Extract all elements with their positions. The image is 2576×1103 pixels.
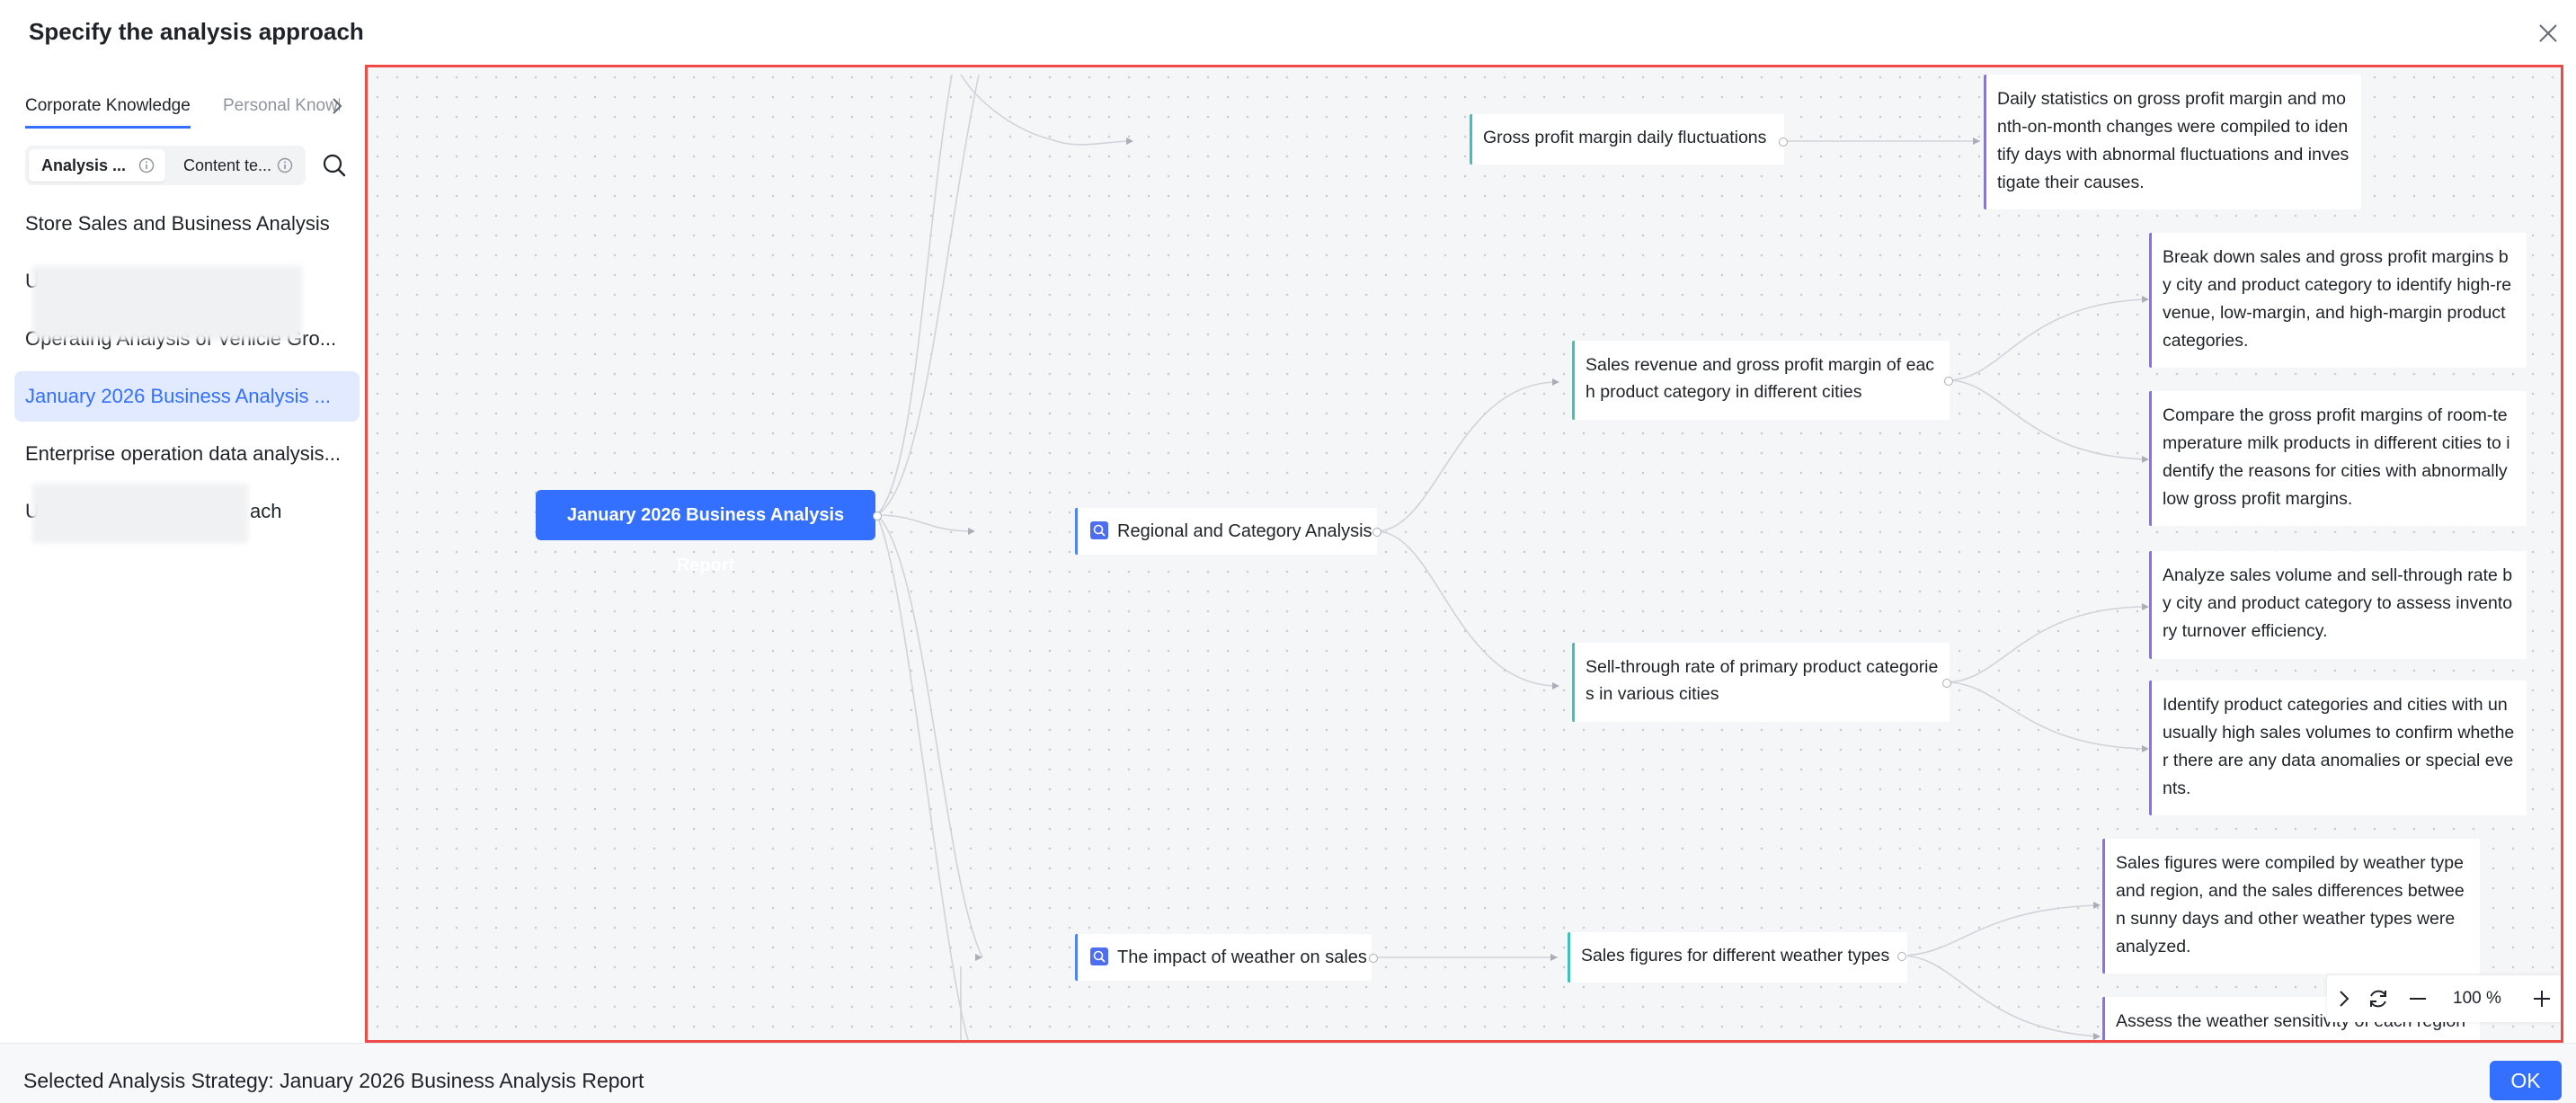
dialog-title: Specify the analysis approach: [29, 18, 364, 45]
zoom-out-icon[interactable]: [2406, 987, 2429, 1010]
redaction-blur: [32, 484, 248, 543]
node-port: [1369, 954, 1378, 963]
mindmap-leaf-weather-sales-compiled[interactable]: Sales figures were compiled by weather t…: [2102, 839, 2480, 974]
node-port: [1942, 679, 1951, 688]
list-item-label-end: ach: [250, 500, 282, 522]
mindmap-node-weather-impact[interactable]: The impact of weather on sales: [1075, 934, 1372, 981]
mindmap-node-regional-category[interactable]: Regional and Category Analysis: [1075, 508, 1377, 555]
zoom-level: 100 %: [2453, 989, 2501, 1008]
tab-corporate-knowledge[interactable]: Corporate Knowledge: [25, 90, 191, 129]
mindmap-node-sales-revenue-gross-profit[interactable]: Sales revenue and gross profit margin of…: [1572, 341, 1950, 420]
segment-content-template[interactable]: Content te...: [171, 149, 302, 182]
segment-analysis-label: Analysis ...: [41, 156, 127, 174]
node-port: [873, 511, 882, 520]
ok-button[interactable]: OK: [2490, 1061, 2562, 1100]
mindmap-node-weather-sales-figures[interactable]: Sales figures for different weather type…: [1568, 932, 1907, 983]
knowledge-tabs: Corporate Knowledge Personal Knowledge: [25, 90, 349, 129]
chevron-right-icon[interactable]: [329, 93, 345, 119]
mindmap-node-sell-through-rate[interactable]: Sell-through rate of primary product cat…: [1572, 643, 1950, 722]
info-icon[interactable]: [277, 157, 293, 173]
search-icon[interactable]: [320, 151, 349, 180]
selected-strategy-text: Selected Analysis Strategy: January 2026…: [23, 1069, 644, 1092]
chevron-right-icon[interactable]: [2332, 987, 2356, 1010]
info-icon[interactable]: [138, 157, 155, 173]
type-segmented-control: Analysis ... Content te...: [25, 146, 306, 185]
mindmap-leaf-analyze-sales-volume[interactable]: Analyze sales volume and sell-through ra…: [2149, 551, 2527, 659]
redaction-blur: [32, 266, 302, 340]
analysis-icon: [1090, 947, 1108, 965]
mindmap-leaf-compare-gross-profit[interactable]: Compare the gross profit margins of room…: [2149, 391, 2527, 526]
zoom-toolbar: 100 %: [2327, 975, 2561, 1022]
node-port: [1897, 952, 1906, 961]
mindmap-node-gross-profit-fluctuations[interactable]: Gross profit margin daily fluctuations: [1470, 114, 1784, 165]
zoom-in-icon[interactable]: [2530, 987, 2554, 1010]
mindmap-leaf-identify-anomalies[interactable]: Identify product categories and cities w…: [2149, 680, 2527, 815]
close-icon[interactable]: [2533, 18, 2563, 49]
refresh-icon[interactable]: [2367, 987, 2390, 1010]
mindmap-canvas[interactable]: January 2026 Business Analysis Report Re…: [365, 65, 2563, 1043]
node-port: [1372, 528, 1381, 537]
segment-content-label: Content te...: [183, 156, 272, 174]
list-item-selected[interactable]: January 2026 Business Analysis ...: [14, 371, 360, 422]
node-port: [1779, 138, 1788, 147]
node-label: Regional and Category Analysis: [1117, 521, 1372, 541]
tab-personal-knowledge[interactable]: Personal Knowledge: [223, 90, 340, 126]
list-item[interactable]: Enterprise operation data analysis...: [14, 429, 360, 479]
list-item[interactable]: Store Sales and Business Analysis: [14, 199, 360, 249]
mindmap-leaf-break-down-sales[interactable]: Break down sales and gross profit margin…: [2149, 233, 2527, 368]
mindmap-leaf-daily-statistics[interactable]: Daily statistics on gross profit margin …: [1984, 75, 2361, 209]
segment-analysis[interactable]: Analysis ...: [29, 149, 165, 182]
mindmap-root-node[interactable]: January 2026 Business Analysis Report: [536, 490, 875, 575]
analysis-icon: [1090, 521, 1108, 539]
node-port: [1944, 377, 1953, 386]
node-label: The impact of weather on sales: [1117, 947, 1367, 967]
